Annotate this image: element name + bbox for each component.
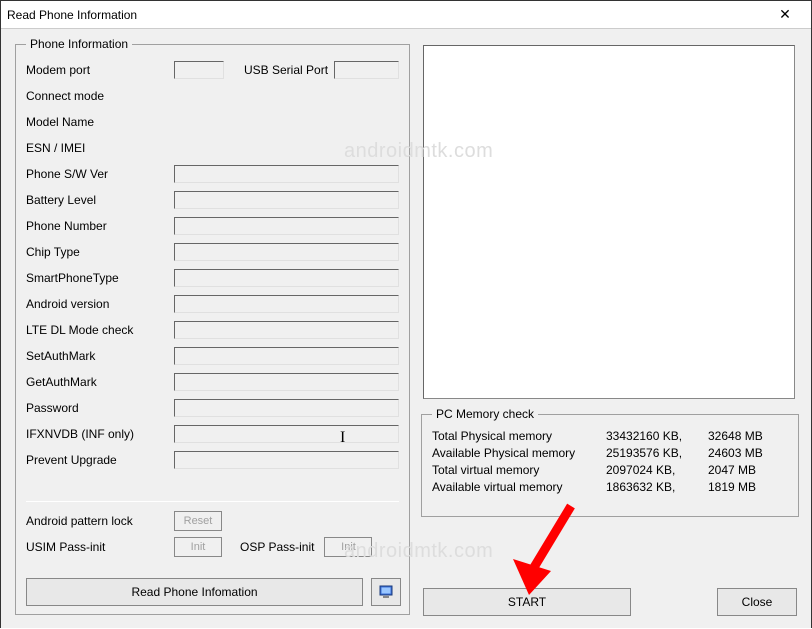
mem-row-3: Available virtual memory 1863632 KB, 181… bbox=[432, 478, 788, 495]
monitor-icon-button[interactable] bbox=[371, 578, 401, 606]
label-lte-dl-mode: LTE DL Mode check bbox=[26, 323, 174, 337]
field-usb-serial[interactable] bbox=[334, 61, 399, 79]
osp-init-button[interactable]: Init bbox=[324, 537, 372, 557]
label-connect-mode: Connect mode bbox=[26, 89, 174, 103]
field-prevent-upgrade[interactable] bbox=[174, 451, 399, 469]
field-get-auth-mark[interactable] bbox=[174, 373, 399, 391]
close-icon: ✕ bbox=[779, 6, 791, 23]
phone-information-legend: Phone Information bbox=[26, 37, 132, 51]
divider bbox=[26, 501, 399, 502]
label-set-auth-mark: SetAuthMark bbox=[26, 349, 174, 363]
log-textarea[interactable] bbox=[423, 45, 795, 399]
label-phone-number: Phone Number bbox=[26, 219, 174, 233]
label-usb-serial: USB Serial Port bbox=[244, 63, 328, 77]
label-smartphone-type: SmartPhoneType bbox=[26, 271, 174, 285]
usim-init-button[interactable]: Init bbox=[174, 537, 222, 557]
mem-kb: 1863632 KB, bbox=[606, 480, 708, 494]
field-chip-type[interactable] bbox=[174, 243, 399, 261]
phone-information-group: Phone Information Modem port USB Serial … bbox=[15, 37, 410, 615]
mem-label: Total virtual memory bbox=[432, 463, 606, 477]
pc-memory-group: PC Memory check Total Physical memory 33… bbox=[421, 407, 799, 517]
label-android-pattern-lock: Android pattern lock bbox=[26, 514, 174, 528]
close-button[interactable]: Close bbox=[717, 588, 797, 616]
titlebar: Read Phone Information ✕ bbox=[1, 1, 811, 29]
mem-row-0: Total Physical memory 33432160 KB, 32648… bbox=[432, 427, 788, 444]
row-usim-pass-init: USIM Pass-init Init OSP Pass-init Init bbox=[26, 534, 399, 560]
reset-button[interactable]: Reset bbox=[174, 511, 222, 531]
mem-mb: 24603 MB bbox=[708, 446, 788, 460]
label-usim-pass-init: USIM Pass-init bbox=[26, 540, 174, 554]
mem-label: Total Physical memory bbox=[432, 429, 606, 443]
mem-row-2: Total virtual memory 2097024 KB, 2047 MB bbox=[432, 461, 788, 478]
field-battery-level[interactable] bbox=[174, 191, 399, 209]
label-osp-pass-init: OSP Pass-init bbox=[240, 540, 314, 554]
field-android-version[interactable] bbox=[174, 295, 399, 313]
label-chip-type: Chip Type bbox=[26, 245, 174, 259]
field-phone-sw-ver[interactable] bbox=[174, 165, 399, 183]
window-title: Read Phone Information bbox=[7, 8, 765, 22]
field-set-auth-mark[interactable] bbox=[174, 347, 399, 365]
content-pane: Phone Information Modem port USB Serial … bbox=[1, 29, 811, 628]
field-phone-number[interactable] bbox=[174, 217, 399, 235]
mem-label: Available virtual memory bbox=[432, 480, 606, 494]
field-lte-dl-mode[interactable] bbox=[174, 321, 399, 339]
pc-memory-legend: PC Memory check bbox=[432, 407, 538, 421]
label-get-auth-mark: GetAuthMark bbox=[26, 375, 174, 389]
row-android-pattern-lock: Android pattern lock Reset bbox=[26, 508, 399, 534]
label-prevent-upgrade: Prevent Upgrade bbox=[26, 453, 174, 467]
label-esn-imei: ESN / IMEI bbox=[26, 141, 174, 155]
monitor-icon bbox=[379, 585, 393, 599]
label-model-name: Model Name bbox=[26, 115, 174, 129]
row-modem-port: Modem port USB Serial Port bbox=[26, 57, 399, 83]
field-password[interactable] bbox=[174, 399, 399, 417]
field-smartphone-type[interactable] bbox=[174, 269, 399, 287]
mem-label: Available Physical memory bbox=[432, 446, 606, 460]
mem-kb: 25193576 KB, bbox=[606, 446, 708, 460]
read-phone-info-button[interactable]: Read Phone Infomation bbox=[26, 578, 363, 606]
label-android-version: Android version bbox=[26, 297, 174, 311]
label-battery-level: Battery Level bbox=[26, 193, 174, 207]
mem-mb: 2047 MB bbox=[708, 463, 788, 477]
label-ifxnvdb: IFXNVDB (INF only) bbox=[26, 427, 174, 441]
field-ifxnvdb[interactable] bbox=[174, 425, 399, 443]
label-phone-sw-ver: Phone S/W Ver bbox=[26, 167, 174, 181]
label-password: Password bbox=[26, 401, 174, 415]
window-close-button[interactable]: ✕ bbox=[765, 1, 805, 29]
mem-mb: 1819 MB bbox=[708, 480, 788, 494]
mem-row-1: Available Physical memory 25193576 KB, 2… bbox=[432, 444, 788, 461]
window: Read Phone Information ✕ Phone Informati… bbox=[0, 0, 812, 628]
label-modem-port: Modem port bbox=[26, 63, 174, 77]
mem-kb: 2097024 KB, bbox=[606, 463, 708, 477]
mem-kb: 33432160 KB, bbox=[606, 429, 708, 443]
start-button[interactable]: START bbox=[423, 588, 631, 616]
field-modem-port[interactable] bbox=[174, 61, 224, 79]
mem-mb: 32648 MB bbox=[708, 429, 788, 443]
